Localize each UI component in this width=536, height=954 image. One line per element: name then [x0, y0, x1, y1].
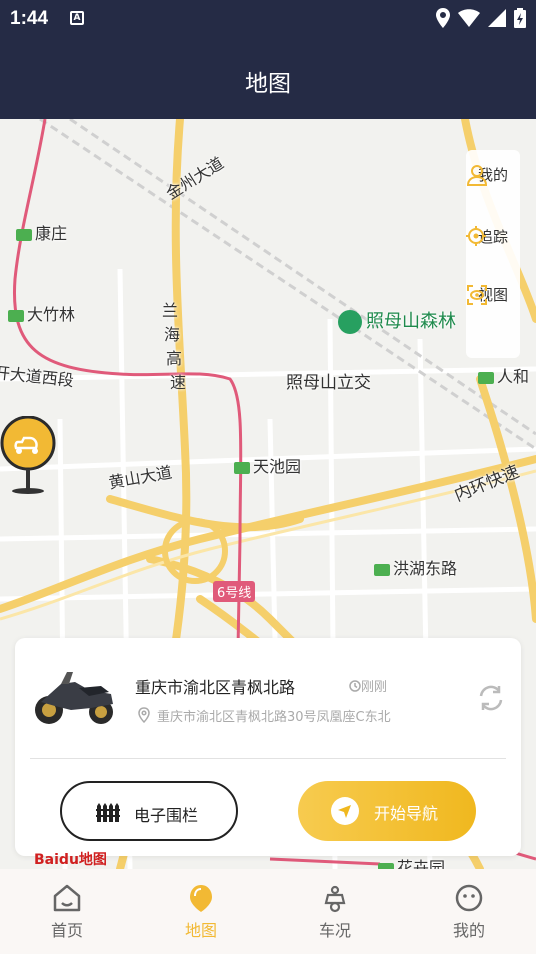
card-divider	[30, 758, 506, 759]
electronic-fence-button[interactable]: 电子围栏	[60, 781, 238, 841]
metro-icon	[16, 228, 32, 241]
status-icons	[436, 8, 526, 28]
map-icon	[190, 885, 212, 912]
location-pin-icon	[138, 707, 150, 724]
refresh-icon[interactable]	[475, 682, 507, 714]
map-side-panel: 我的 追踪 视图	[466, 150, 520, 358]
navigation-label: 开始导航	[374, 804, 439, 823]
side-item-view[interactable]: 视图	[466, 284, 520, 305]
map-label-kangzhuang: 康庄	[16, 220, 67, 244]
map-label-lanhai-1: 兰	[162, 301, 179, 320]
status-bar: 1:44 A	[0, 0, 536, 38]
vehicle-location-title: 重庆市渝北区青枫北路	[135, 678, 296, 697]
map-label-zhaomu-park: 照母山森林	[338, 307, 456, 334]
tab-label: 首页	[50, 921, 83, 940]
person-icon	[466, 165, 488, 186]
metro-icon	[478, 371, 494, 384]
page-title: 地图	[245, 71, 291, 97]
metro-icon	[8, 309, 24, 322]
map-label-lanhai-4: 速	[170, 373, 187, 392]
park-icon	[338, 310, 362, 334]
clock-icon	[349, 680, 361, 692]
update-time: 刚刚	[349, 676, 387, 695]
metro-line-badge: 6号线	[213, 581, 256, 602]
baidu-logo: Baidu地图	[34, 852, 107, 868]
signal-icon	[488, 9, 506, 27]
tab-map[interactable]: 地图	[161, 883, 241, 941]
metro-icon	[374, 563, 390, 576]
start-navigation-button[interactable]: 开始导航	[298, 781, 476, 841]
vehicle-marker-icon[interactable]	[0, 416, 56, 496]
map-label-honghu: 洪湖东路	[374, 555, 457, 579]
bottom-tab-bar: 首页 地图 车况 我的	[0, 869, 536, 954]
tab-label: 地图	[184, 921, 217, 940]
vehicle-info-card: 重庆市渝北区青枫北路 刚刚 重庆市渝北区青枫北路30号凤凰座C东北 电子围栏 开…	[15, 638, 521, 856]
tab-vehicle-status[interactable]: 车况	[295, 883, 375, 941]
app-header: 地图	[0, 38, 536, 119]
map-label-zhaomu-jiao: 照母山立交	[286, 373, 371, 393]
view-icon	[467, 285, 487, 305]
map-label-lanhai-2: 海	[164, 325, 181, 344]
metro-icon	[234, 461, 250, 474]
motorcycle-thumbnail	[35, 672, 113, 724]
navigation-icon	[331, 797, 359, 825]
map-label-renhe: 人和	[478, 363, 529, 387]
tab-home[interactable]: 首页	[27, 883, 107, 941]
scooter-icon	[324, 885, 346, 913]
tab-label: 我的	[452, 921, 485, 940]
vehicle-address: 重庆市渝北区青枫北路30号凤凰座C东北	[137, 706, 391, 725]
fence-icon	[96, 803, 120, 822]
side-item-track[interactable]: 追踪	[466, 226, 520, 247]
profile-icon	[455, 884, 483, 912]
status-time: 1:44	[10, 8, 49, 29]
map-label-tianyuan: 天池园	[234, 453, 301, 477]
target-icon	[466, 226, 486, 246]
map-label-huasiyuan: 花卉园	[378, 854, 445, 869]
location-icon	[436, 8, 450, 28]
tab-label: 车况	[318, 921, 351, 940]
map-label-lanhai-3: 高	[166, 349, 183, 368]
wifi-icon	[458, 9, 480, 27]
map-label-dazhulin: 大竹林	[8, 301, 75, 325]
fence-label: 电子围栏	[134, 806, 199, 825]
notification-a-icon: A	[70, 11, 84, 25]
home-icon	[53, 884, 81, 912]
side-item-mine[interactable]: 我的	[466, 164, 520, 186]
tab-profile[interactable]: 我的	[429, 883, 509, 941]
battery-icon	[514, 8, 526, 28]
